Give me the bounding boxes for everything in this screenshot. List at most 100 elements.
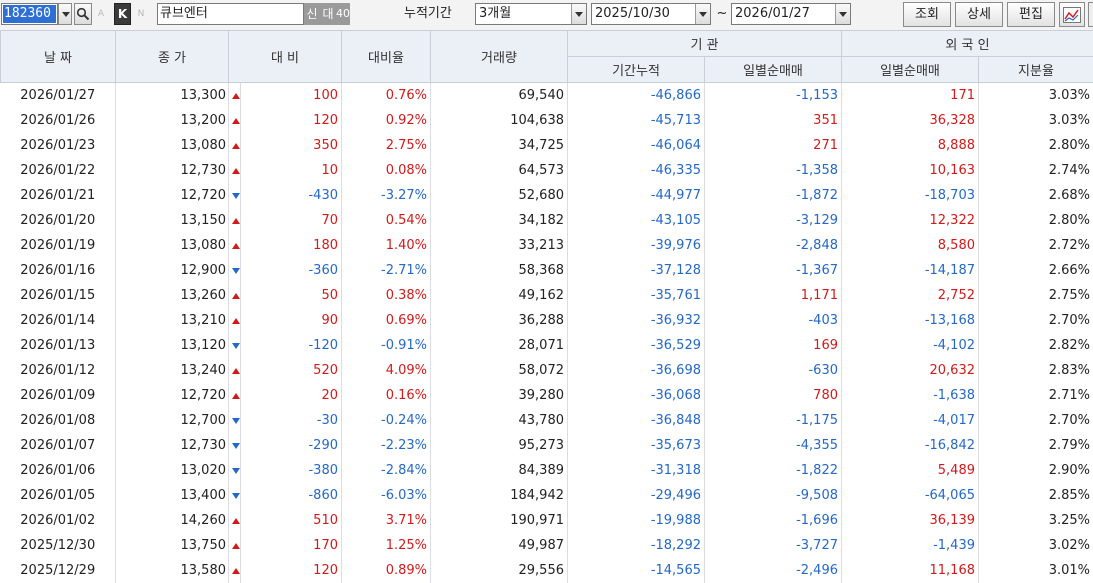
- cell-date: 2026/01/13: [1, 333, 116, 358]
- table-row[interactable]: 2026/01/0712,730-290-2.23%95,273-35,673-…: [1, 433, 1093, 458]
- col-inst-cumulative[interactable]: 기간누적: [568, 57, 705, 83]
- cell-volume: 84,389: [431, 458, 568, 483]
- cell-foreign-ratio: 2.70%: [979, 308, 1093, 333]
- stock-code-input[interactable]: 182360: [1, 3, 58, 25]
- triangle-down-icon: [232, 418, 240, 424]
- detail-button[interactable]: 상세: [955, 2, 1003, 27]
- more-button[interactable]: [1088, 2, 1093, 27]
- a-mode-label[interactable]: A: [96, 3, 106, 25]
- cell-change-rate: -3.27%: [342, 183, 431, 208]
- cell-foreign-daily: 20,632: [842, 358, 979, 383]
- col-institution: 기 관: [568, 31, 842, 57]
- cell-inst-cumulative: -46,866: [568, 83, 705, 109]
- cell-close: 12,720: [116, 183, 229, 208]
- table-row[interactable]: 2026/01/1313,120-120-0.91%28,071-36,5291…: [1, 333, 1093, 358]
- col-change[interactable]: 대 비: [229, 31, 342, 83]
- code-dropdown-button[interactable]: [58, 3, 72, 25]
- cell-date: 2026/01/06: [1, 458, 116, 483]
- col-change-rate[interactable]: 대비율: [342, 31, 431, 83]
- cell-inst-cumulative: -18,292: [568, 533, 705, 558]
- triangle-up-icon: [232, 543, 240, 549]
- cell-foreign-ratio: 2.85%: [979, 483, 1093, 508]
- col-foreign-ratio[interactable]: 지분율: [979, 57, 1093, 83]
- date-to-select[interactable]: 2026/01/27: [731, 3, 851, 25]
- cell-change-rate: -0.24%: [342, 408, 431, 433]
- cell-change-rate: 0.92%: [342, 108, 431, 133]
- table-row[interactable]: 2026/01/2613,2001200.92%104,638-45,71335…: [1, 108, 1093, 133]
- query-button[interactable]: 조회: [903, 2, 951, 27]
- cell-close: 13,400: [116, 483, 229, 508]
- cell-direction: [229, 458, 241, 483]
- cell-close: 13,150: [116, 208, 229, 233]
- cell-inst-cumulative: -36,529: [568, 333, 705, 358]
- cell-foreign-ratio: 2.74%: [979, 158, 1093, 183]
- chart-button[interactable]: [1059, 2, 1085, 27]
- cell-change-rate: -2.84%: [342, 458, 431, 483]
- cell-direction: [229, 283, 241, 308]
- table-row[interactable]: 2026/01/1612,900-360-2.71%58,368-37,128-…: [1, 258, 1093, 283]
- chevron-down-icon: [695, 4, 710, 24]
- table-row[interactable]: 2026/01/2112,720-430-3.27%52,680-44,977-…: [1, 183, 1093, 208]
- cell-direction: [229, 383, 241, 408]
- col-inst-daily[interactable]: 일별순매매: [705, 57, 842, 83]
- table-row[interactable]: 2026/01/1213,2405204.09%58,072-36,698-63…: [1, 358, 1093, 383]
- cell-inst-daily: -4,355: [705, 433, 842, 458]
- table-row[interactable]: 2025/12/2913,5801200.89%29,556-14,565-2,…: [1, 558, 1093, 583]
- triangle-up-icon: [232, 93, 240, 99]
- table-row[interactable]: 2026/01/2313,0803502.75%34,725-46,064271…: [1, 133, 1093, 158]
- table-row[interactable]: 2026/01/1513,260500.38%49,162-35,7611,17…: [1, 283, 1093, 308]
- cell-change: 180: [241, 233, 342, 258]
- cell-change-rate: 4.09%: [342, 358, 431, 383]
- table-row[interactable]: 2026/01/2013,150700.54%34,182-43,105-3,1…: [1, 208, 1093, 233]
- date-from-select[interactable]: 2025/10/30: [591, 3, 711, 25]
- cell-foreign-daily: 12,322: [842, 208, 979, 233]
- table-row[interactable]: 2026/01/0513,400-860-6.03%184,942-29,496…: [1, 483, 1093, 508]
- k-mode-button[interactable]: K: [114, 3, 131, 25]
- table-row[interactable]: 2026/01/0912,720200.16%39,280-36,068780-…: [1, 383, 1093, 408]
- cell-direction: [229, 258, 241, 283]
- edit-button[interactable]: 편집: [1007, 2, 1055, 27]
- cell-volume: 33,213: [431, 233, 568, 258]
- cell-volume: 34,182: [431, 208, 568, 233]
- col-date[interactable]: 날 짜: [1, 31, 116, 83]
- table-row[interactable]: 2026/01/2212,730100.08%64,573-46,335-1,3…: [1, 158, 1093, 183]
- cell-inst-daily: -3,727: [705, 533, 842, 558]
- table-row[interactable]: 2025/12/3013,7501701.25%49,987-18,292-3,…: [1, 533, 1093, 558]
- date-tilde: ~: [716, 3, 728, 25]
- table-row[interactable]: 2026/01/0214,2605103.71%190,971-19,988-1…: [1, 508, 1093, 533]
- cell-inst-daily: 169: [705, 333, 842, 358]
- col-volume[interactable]: 거래량: [431, 31, 568, 83]
- cell-foreign-daily: 10,163: [842, 158, 979, 183]
- cell-change: -290: [241, 433, 342, 458]
- cell-foreign-ratio: 2.80%: [979, 208, 1093, 233]
- period-select[interactable]: 3개월: [475, 3, 587, 25]
- table-row[interactable]: 2026/01/1913,0801801.40%33,213-39,976-2,…: [1, 233, 1093, 258]
- cell-change-rate: -2.23%: [342, 433, 431, 458]
- table-row[interactable]: 2026/01/0613,020-380-2.84%84,389-31,318-…: [1, 458, 1093, 483]
- col-foreign: 외 국 인: [842, 31, 1093, 57]
- cell-inst-cumulative: -36,932: [568, 308, 705, 333]
- triangle-up-icon: [232, 243, 240, 249]
- col-foreign-daily[interactable]: 일별순매매: [842, 57, 979, 83]
- cell-change: 510: [241, 508, 342, 533]
- cell-inst-daily: -3,129: [705, 208, 842, 233]
- chart-icon: [1063, 7, 1081, 23]
- cell-change-rate: 0.54%: [342, 208, 431, 233]
- cell-volume: 184,942: [431, 483, 568, 508]
- cell-date: 2026/01/22: [1, 158, 116, 183]
- cell-inst-daily: -1,822: [705, 458, 842, 483]
- table-row[interactable]: 2026/01/1413,210900.69%36,288-36,932-403…: [1, 308, 1093, 333]
- n-mode-label[interactable]: N: [136, 3, 146, 25]
- col-close[interactable]: 종 가: [116, 31, 229, 83]
- stock-name-field[interactable]: 큐브엔터: [157, 3, 304, 25]
- cell-volume: 34,725: [431, 133, 568, 158]
- toolbar: 182360 A K N 큐브엔터 신 대 40 누적기간 3개월 2025/1…: [0, 0, 1093, 30]
- cell-volume: 190,971: [431, 508, 568, 533]
- badge-margin: 40: [336, 3, 350, 25]
- table-row[interactable]: 2026/01/2713,3001000.76%69,540-46,866-1,…: [1, 83, 1093, 109]
- table-row[interactable]: 2026/01/0812,700-30-0.24%43,780-36,848-1…: [1, 408, 1093, 433]
- cell-date: 2026/01/09: [1, 383, 116, 408]
- search-button[interactable]: [74, 3, 92, 25]
- cell-inst-daily: 271: [705, 133, 842, 158]
- cell-inst-cumulative: -36,848: [568, 408, 705, 433]
